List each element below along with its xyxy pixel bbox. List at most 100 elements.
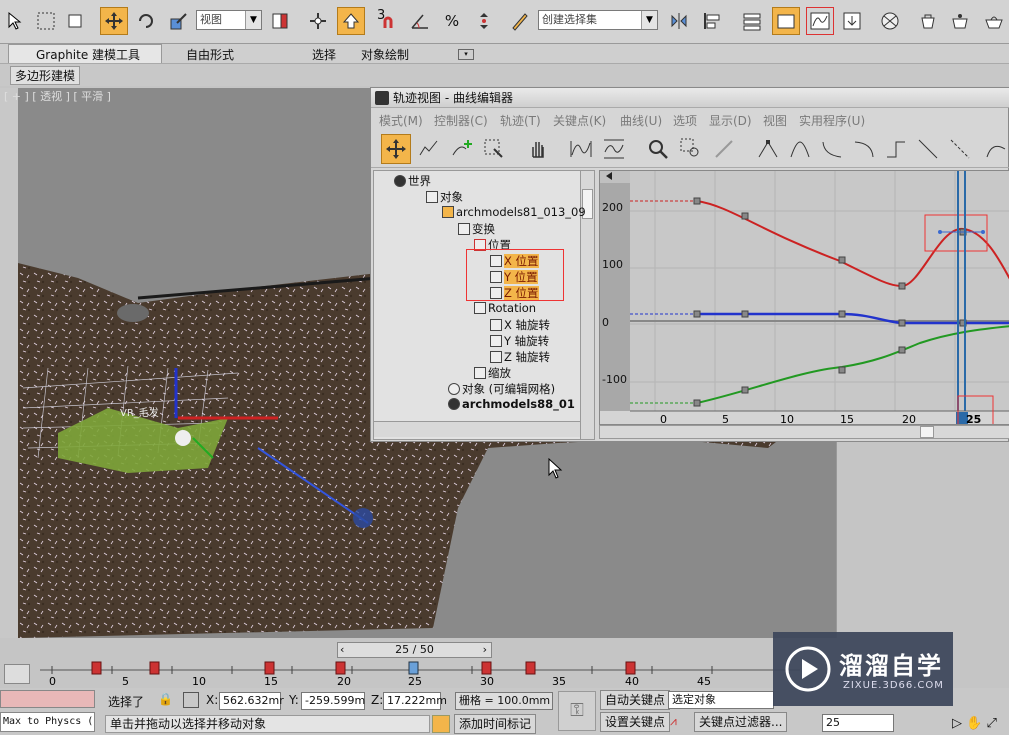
quick-render-icon[interactable] (980, 7, 1008, 35)
curve-graph[interactable]: 200 100 0 -100 0 5 10 15 20 25 (599, 170, 1009, 425)
tree-node-transform[interactable]: 变换 (458, 221, 495, 237)
mini-curve-toggle-icon[interactable] (4, 664, 30, 684)
tangent-linear-icon[interactable] (913, 134, 943, 164)
tree-node-y-rotation[interactable]: Y 轴旋转 (490, 333, 549, 349)
menu-view[interactable]: 视图 (763, 112, 787, 129)
tree-node-archmodels81[interactable]: archmodels81_013_09 (442, 205, 586, 219)
maxscript-listener[interactable]: Max to Physcs ( (0, 712, 95, 732)
graph-scroll-thumb[interactable] (920, 426, 934, 438)
tree-node-archmodels88[interactable]: archmodels88_01 (448, 397, 575, 411)
tree-node-objects[interactable]: 对象 (426, 189, 463, 205)
absolute-mode-icon[interactable] (183, 692, 199, 708)
lock-icon[interactable]: 🔒 (158, 692, 173, 706)
rotate-icon[interactable] (132, 7, 160, 35)
time-slider[interactable]: ‹ 25 / 50 › (337, 642, 492, 658)
snap-toggle-icon[interactable]: 3 (374, 7, 402, 35)
mirror-icon[interactable] (665, 7, 693, 35)
tangent-more-icon[interactable] (981, 134, 1009, 164)
edit-named-selection-icon[interactable] (506, 7, 534, 35)
tangent-step-icon[interactable] (881, 134, 911, 164)
x-coord-field[interactable]: 562.632mr (219, 692, 284, 710)
render-setup-icon[interactable] (914, 7, 942, 35)
scene-explorer-icon[interactable] (772, 7, 800, 35)
region-key-icon[interactable] (479, 134, 509, 164)
tab-freeform[interactable]: 自由形式 (186, 46, 234, 63)
menu-utilities[interactable]: 实用程序(U) (799, 112, 865, 129)
tangent-smooth-icon[interactable] (945, 134, 975, 164)
menu-display[interactable]: 显示(D) (709, 112, 752, 129)
percent-snap-icon[interactable]: % (438, 7, 466, 35)
timeline-track[interactable]: 0 5 10 15 20 25 30 35 40 45 (40, 660, 800, 688)
tab-selection[interactable]: 选择 (312, 46, 336, 63)
layer-manager-icon[interactable] (738, 7, 766, 35)
schematic-view-icon[interactable] (838, 7, 866, 35)
maxscript-listener-red[interactable] (0, 690, 95, 708)
menu-tracks[interactable]: 轨迹(T) (500, 112, 541, 129)
tree-node-editable-mesh[interactable]: 对象 (可编辑网格) (448, 381, 555, 397)
tree-node-x-rotation[interactable]: X 轴旋转 (490, 317, 550, 333)
set-key-button[interactable]: 设置关键点 (600, 712, 671, 732)
menu-options[interactable]: 选项 (673, 112, 697, 129)
tab-object-paint[interactable]: 对象绘制 (361, 46, 409, 63)
nav-controls-icon[interactable]: ▷ ✋ ⤢ (952, 716, 997, 731)
curve-track-icon (490, 351, 502, 363)
tangent-auto-icon[interactable] (753, 134, 783, 164)
auto-key-button[interactable]: 自动关键点 (600, 690, 671, 710)
pivot-icon[interactable] (266, 7, 294, 35)
x-tick-25: 25 (966, 413, 981, 425)
scale-icon[interactable] (165, 7, 193, 35)
time-tag-icon[interactable] (432, 715, 450, 733)
select-icon[interactable] (2, 7, 30, 35)
isolate-curve-icon[interactable] (709, 134, 739, 164)
menu-curves[interactable]: 曲线(U) (620, 112, 662, 129)
tangent-custom-icon[interactable] (785, 134, 815, 164)
render-frame-icon[interactable] (946, 7, 974, 35)
frame-values-icon[interactable] (599, 134, 629, 164)
select-manipulate-icon[interactable] (304, 7, 332, 35)
track-view-toolbar (371, 130, 1009, 168)
selected-object-dropdown[interactable]: 选定对象 (668, 691, 774, 709)
tree-hscroll[interactable] (374, 421, 580, 437)
z-coord-field[interactable]: 17.222mm (383, 692, 447, 710)
add-key-icon[interactable] (447, 134, 477, 164)
tangent-slow-icon[interactable] (849, 134, 879, 164)
tab-poly-modeling[interactable]: 多边形建模 (10, 66, 81, 85)
menu-controller[interactable]: 控制器(C) (434, 112, 488, 129)
select-region-icon[interactable] (32, 7, 60, 35)
angle-snap-icon[interactable] (406, 7, 434, 35)
frame-horizontal-icon[interactable] (566, 134, 596, 164)
menu-keys[interactable]: 关键点(K) (553, 112, 606, 129)
track-view-title: 轨迹视图 - 曲线编辑器 (371, 88, 1009, 108)
curve-editor-icon[interactable] (806, 7, 834, 35)
move-icon[interactable] (100, 7, 128, 35)
draw-curves-icon[interactable] (414, 134, 444, 164)
material-editor-icon[interactable] (876, 7, 904, 35)
current-frame-field[interactable]: 25 (822, 714, 894, 732)
y-tick-100: 100 (602, 258, 623, 271)
key-icon[interactable]: ⚿ (558, 691, 596, 731)
ribbon-options-icon[interactable]: ▾ (458, 49, 474, 60)
tab-graphite[interactable]: Graphite 建模工具 (36, 46, 140, 63)
tree-node-z-rotation[interactable]: Z 轴旋转 (490, 349, 550, 365)
viewport-label[interactable]: [ + ] [ 透视 ] [ 平滑 ] (4, 88, 111, 104)
tangent-fast-icon[interactable] (817, 134, 847, 164)
named-selection-dropdown[interactable]: 创建选择集 ▼ (538, 10, 658, 30)
keyboard-shortcut-icon[interactable] (337, 7, 365, 35)
key-filters-button[interactable]: 关键点过滤器... (694, 712, 788, 732)
zoom-region-icon[interactable] (676, 134, 706, 164)
move-keys-icon[interactable] (381, 134, 411, 164)
reference-coord-dropdown[interactable]: 视图 ▼ (196, 10, 262, 30)
align-icon[interactable] (698, 7, 726, 35)
zoom-icon[interactable] (643, 134, 673, 164)
tree-node-scale[interactable]: 缩放 (474, 365, 511, 381)
timeline-tick-40: 40 (625, 675, 639, 688)
pan-hand-icon[interactable] (523, 134, 553, 164)
add-time-tag-button[interactable]: 添加时间标记 (454, 714, 537, 734)
tree-node-world[interactable]: 世界 (394, 173, 431, 189)
tree-node-rotation[interactable]: Rotation (474, 301, 536, 315)
y-coord-field[interactable]: -259.599m (301, 692, 365, 710)
spinner-snap-icon[interactable] (470, 7, 498, 35)
window-crossing-icon[interactable] (62, 7, 90, 35)
menu-mode[interactable]: 模式(M) (379, 112, 423, 129)
graph-hscroll[interactable] (599, 425, 1009, 439)
